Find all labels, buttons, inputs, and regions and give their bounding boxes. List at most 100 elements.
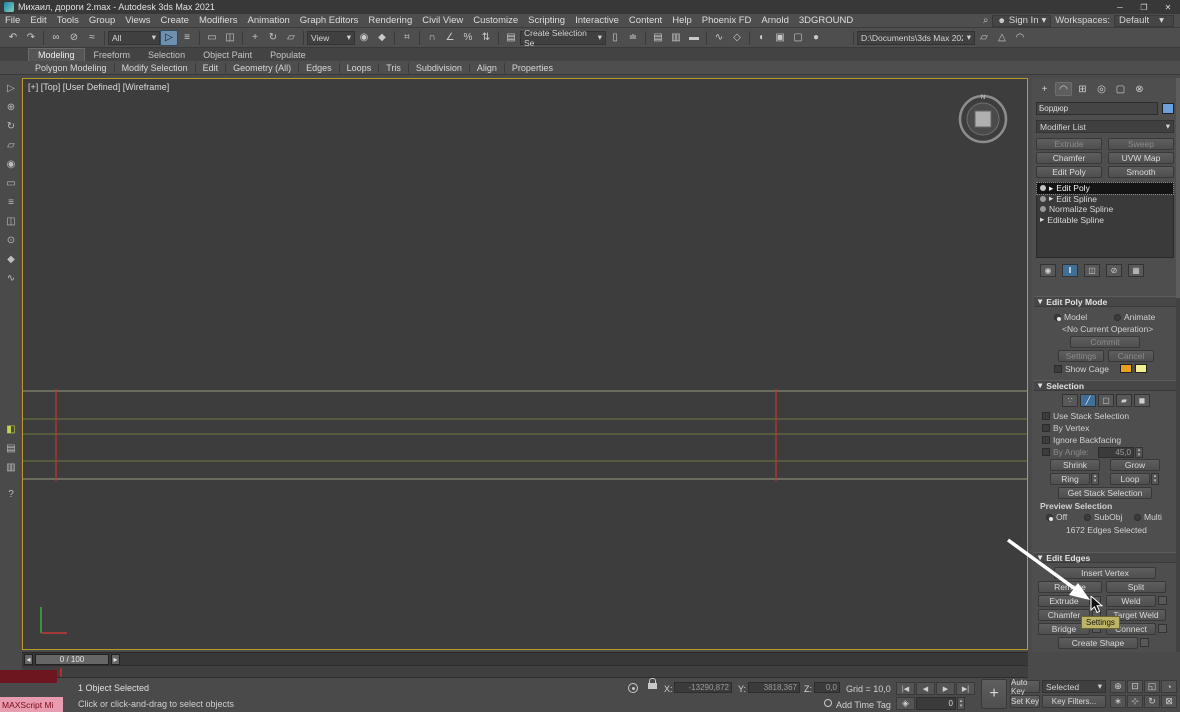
menu-views[interactable]: Views	[120, 15, 155, 26]
align-button[interactable]: ≐	[624, 30, 642, 46]
y-coordinate-field[interactable]	[748, 682, 800, 693]
command-panel-scrollbar[interactable]	[1176, 78, 1180, 652]
menu-tools[interactable]: Tools	[52, 15, 84, 26]
by-vertex-checkbox[interactable]: By Vertex	[1042, 423, 1089, 433]
animate-radio[interactable]: Animate	[1114, 312, 1155, 322]
object-name-field[interactable]	[1036, 102, 1158, 115]
tab-populate[interactable]: Populate	[261, 49, 315, 61]
macro-recorder-pane[interactable]	[0, 670, 57, 683]
by-angle-spinner[interactable]: ▴ ▾	[1135, 447, 1143, 458]
stack-item-editable-spline[interactable]: ▸ Editable Spline	[1037, 214, 1173, 226]
pan-icon[interactable]: ∗	[1110, 695, 1126, 708]
expand-arrow-icon[interactable]: ▸	[1040, 214, 1044, 225]
spinner-snap-toggle[interactable]: ⇅	[477, 30, 495, 46]
play-button[interactable]: ▶	[936, 682, 955, 695]
track-bar[interactable]	[22, 665, 1028, 678]
current-frame-field[interactable]	[916, 697, 956, 710]
make-unique-button[interactable]: ◫	[1084, 264, 1100, 277]
show-end-result-button[interactable]: ‖	[1062, 264, 1078, 277]
close-button[interactable]: ✕	[1156, 3, 1180, 12]
left-toolbar-button-7[interactable]: ≡	[3, 195, 19, 210]
select-object-button[interactable]: ▷	[160, 29, 178, 46]
project-folder-dropdown[interactable]: D:\Documents\3ds Max 2021 ▾	[857, 30, 975, 45]
left-toolbar-button-8[interactable]: ◫	[3, 214, 19, 229]
preset-smooth-button[interactable]: Smooth	[1108, 166, 1174, 178]
preset-extrude-button[interactable]: Extrude	[1036, 138, 1102, 150]
angle-snap-toggle[interactable]: ∠	[441, 30, 459, 46]
set-key-button[interactable]: Set Key	[1010, 695, 1040, 708]
menu-file[interactable]: File	[0, 15, 25, 26]
curve-editor-button[interactable]: ∿	[710, 30, 728, 46]
help-button[interactable]: ?	[3, 487, 19, 502]
rollout-edit-edges[interactable]: ▾ Edit Edges	[1034, 552, 1176, 563]
panel-tris[interactable]: Tris	[379, 63, 408, 73]
panel-subdivision[interactable]: Subdivision	[409, 63, 469, 73]
time-slider-handle[interactable]: 0 / 100	[35, 654, 109, 665]
border-mode-icon[interactable]: ▢	[1098, 394, 1114, 407]
menu-group[interactable]: Group	[84, 15, 120, 26]
zoom-extents-icon[interactable]: ⊡	[1127, 680, 1143, 693]
menu-create[interactable]: Create	[155, 15, 194, 26]
rendered-frame-window-button[interactable]: ▢	[789, 30, 807, 46]
workspace-dropdown[interactable]: Default ▾	[1114, 14, 1174, 27]
add-time-tag-button[interactable]: Add Time Tag	[836, 700, 891, 710]
toggle-scene-explorer-button[interactable]: ▤	[649, 30, 667, 46]
extrude-settings-button[interactable]	[1092, 596, 1101, 605]
remove-button[interactable]: Remove	[1038, 581, 1102, 593]
stack-item-edit-spline[interactable]: ▸ Edit Spline	[1037, 193, 1173, 205]
key-selection-dropdown[interactable]: Selected ▾	[1042, 680, 1106, 693]
menu-scripting[interactable]: Scripting	[523, 15, 570, 26]
panel-modify-selection[interactable]: Modify Selection	[115, 63, 195, 73]
panel-loops[interactable]: Loops	[340, 63, 379, 73]
selection-lock-toggle[interactable]	[648, 678, 657, 689]
menu-interactive[interactable]: Interactive	[570, 15, 624, 26]
maximize-button[interactable]: ❐	[1132, 3, 1156, 12]
menu-civil-view[interactable]: Civil View	[417, 15, 468, 26]
left-toolbar-button-6[interactable]: ▭	[3, 176, 19, 191]
remove-modifier-button[interactable]: ⊘	[1106, 264, 1122, 277]
insert-vertex-button[interactable]: Insert Vertex	[1054, 567, 1156, 579]
create-tab-icon[interactable]: +	[1036, 82, 1053, 96]
field-of-view-icon[interactable]: ◔	[1161, 680, 1177, 693]
select-and-move-button[interactable]: +	[246, 30, 264, 46]
edge-mode-icon[interactable]: ╱	[1080, 394, 1096, 407]
mode-cancel-button[interactable]: Cancel	[1108, 350, 1154, 362]
zoom-region-icon[interactable]: ◱	[1144, 680, 1160, 693]
auto-key-button[interactable]: Auto Key	[1010, 678, 1040, 696]
tab-object-paint[interactable]: Object Paint	[194, 49, 261, 61]
grow-button[interactable]: Grow	[1110, 459, 1160, 471]
menu-modifiers[interactable]: Modifiers	[194, 15, 243, 26]
walk-through-icon[interactable]: ⊹	[1127, 695, 1143, 708]
preset-uvw-map-button[interactable]: UVW Map	[1108, 152, 1174, 164]
select-and-scale-button[interactable]: ▱	[282, 30, 300, 46]
percent-snap-toggle[interactable]: %	[459, 30, 477, 46]
keyboard-shortcut-override-toggle[interactable]: ⌗	[398, 30, 416, 46]
rollout-edit-poly-mode[interactable]: ▾ Edit Poly Mode	[1034, 296, 1176, 307]
toggle-ribbon-button[interactable]: ▬	[685, 30, 703, 46]
left-toolbar-button-13[interactable]: ▤	[3, 441, 19, 456]
loop-spinner[interactable]: ▴ ▾	[1151, 473, 1159, 485]
select-by-name-button[interactable]: ≡	[178, 30, 196, 46]
panel-edges[interactable]: Edges	[299, 63, 339, 73]
toggle-layer-explorer-button[interactable]: ▥	[667, 30, 685, 46]
rectangular-selection-region-button[interactable]: ▭	[203, 30, 221, 46]
element-mode-icon[interactable]: ◼	[1134, 394, 1150, 407]
by-angle-field[interactable]	[1098, 447, 1134, 458]
configure-modifier-sets-button[interactable]: ▦	[1128, 264, 1144, 277]
render-production-button[interactable]: ●	[807, 30, 825, 46]
preset-sweep-button[interactable]: Sweep	[1108, 138, 1174, 150]
redo-button[interactable]: ↷	[22, 30, 40, 46]
vertex-mode-icon[interactable]: ∵	[1062, 394, 1078, 407]
cloud-button[interactable]: ◠	[1011, 30, 1029, 46]
key-mode-toggle[interactable]: ◈	[896, 697, 915, 710]
preview-off-radio[interactable]: Off	[1046, 512, 1067, 522]
commit-button[interactable]: Commit	[1070, 336, 1140, 348]
previous-frame-button[interactable]: ◂	[24, 654, 33, 665]
display-tab-icon[interactable]: ▢	[1112, 82, 1129, 96]
left-toolbar-button-3[interactable]: ↻	[3, 119, 19, 134]
window-crossing-toggle[interactable]: ◫	[221, 30, 239, 46]
menu-graph-editors[interactable]: Graph Editors	[295, 15, 364, 26]
show-cage-checkbox[interactable]: Show Cage	[1054, 364, 1109, 374]
get-stack-selection-button[interactable]: Get Stack Selection	[1058, 487, 1152, 499]
pin-stack-button[interactable]: ◉	[1040, 264, 1056, 277]
